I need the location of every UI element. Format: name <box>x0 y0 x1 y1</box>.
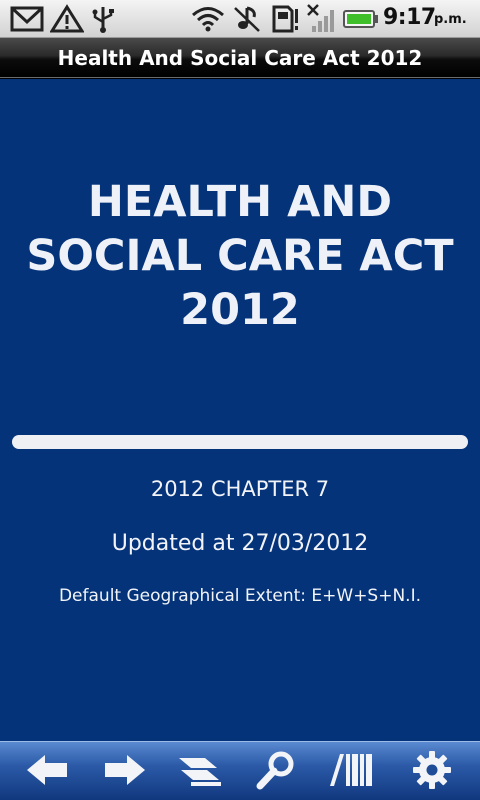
wifi-icon <box>190 4 226 38</box>
search-button[interactable] <box>236 742 316 800</box>
usb-icon <box>90 4 116 38</box>
library-icon <box>328 750 376 794</box>
signal-off-icon <box>306 4 338 38</box>
warning-icon <box>49 4 85 38</box>
app-title: Health And Social Care Act 2012 <box>57 45 423 70</box>
title-bar: Health And Social Care Act 2012 <box>0 38 480 78</box>
sd-card-icon <box>270 4 300 38</box>
act-heading: HEALTH AND SOCIAL CARE ACT 2012 <box>26 177 454 335</box>
back-arrow-icon <box>25 752 71 792</box>
gmail-icon <box>10 4 44 38</box>
content-area[interactable]: HEALTH AND SOCIAL CARE ACT 2012 2012 CHA… <box>0 79 480 741</box>
forward-arrow-icon <box>101 752 147 792</box>
updated-date: Updated at 27/03/2012 <box>111 531 369 556</box>
status-bar: 9:17 p.m. <box>0 0 480 38</box>
status-ampm: p.m. <box>434 12 467 27</box>
back-button[interactable] <box>8 742 88 800</box>
contents-icon <box>175 752 225 792</box>
music-off-icon <box>232 4 262 38</box>
divider-bar <box>12 435 468 449</box>
settings-gear-icon <box>411 749 453 795</box>
library-button[interactable] <box>312 742 392 800</box>
search-icon <box>254 750 298 794</box>
forward-button[interactable] <box>84 742 164 800</box>
bottom-toolbar <box>0 741 480 800</box>
settings-button[interactable] <box>392 742 472 800</box>
battery-icon <box>342 4 380 38</box>
geographical-extent: Default Geographical Extent: E+W+S+N.I. <box>58 586 422 606</box>
status-time: 9:17 <box>383 5 436 30</box>
contents-button[interactable] <box>160 742 240 800</box>
chapter-label: 2012 CHAPTER 7 <box>150 477 330 501</box>
